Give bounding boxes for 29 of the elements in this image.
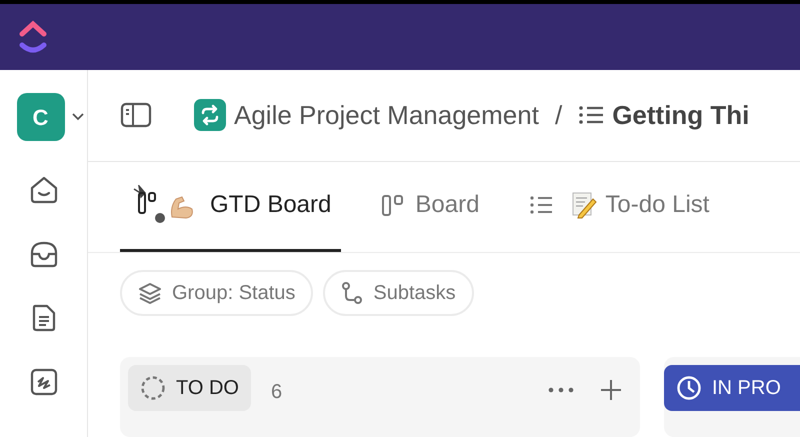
list-icon — [529, 195, 554, 216]
status-pill: TO DO — [128, 365, 251, 411]
memo-with-pencil-icon — [571, 191, 598, 220]
chevron-down-icon[interactable] — [70, 112, 84, 122]
sidebar-toggle-icon[interactable] — [120, 102, 152, 128]
logo-icon[interactable] — [18, 20, 48, 54]
filter-chip[interactable]: Subtasks — [323, 270, 474, 316]
breadcrumb-separator: / — [554, 98, 562, 132]
document-icon[interactable] — [30, 303, 56, 333]
clock-icon — [676, 375, 702, 401]
subtasks-icon — [341, 282, 364, 304]
view-tab[interactable]: GTD Board — [120, 162, 342, 252]
view-tab[interactable]: Board — [371, 162, 490, 252]
dashed-circle-icon — [140, 375, 166, 401]
workspace-avatar[interactable]: C — [16, 93, 64, 141]
add-icon[interactable] — [600, 379, 622, 401]
view-tab[interactable]: To-do List — [519, 162, 720, 252]
more-options-icon[interactable] — [548, 387, 574, 393]
breadcrumb-link[interactable]: Getting Thi — [612, 96, 750, 135]
list-icon — [578, 105, 604, 126]
status-pill: IN PRO — [664, 365, 800, 411]
whiteboard-icon[interactable] — [28, 367, 58, 397]
task-count: 6 — [270, 380, 282, 405]
home-icon[interactable] — [28, 175, 58, 205]
inbox-icon[interactable] — [28, 239, 58, 269]
filter-chip[interactable]: Group: Status — [120, 270, 314, 316]
breadcrumb-link[interactable]: Agile Project Management — [234, 96, 539, 135]
sync-arrows-icon — [194, 99, 226, 132]
layers-icon — [138, 282, 162, 304]
